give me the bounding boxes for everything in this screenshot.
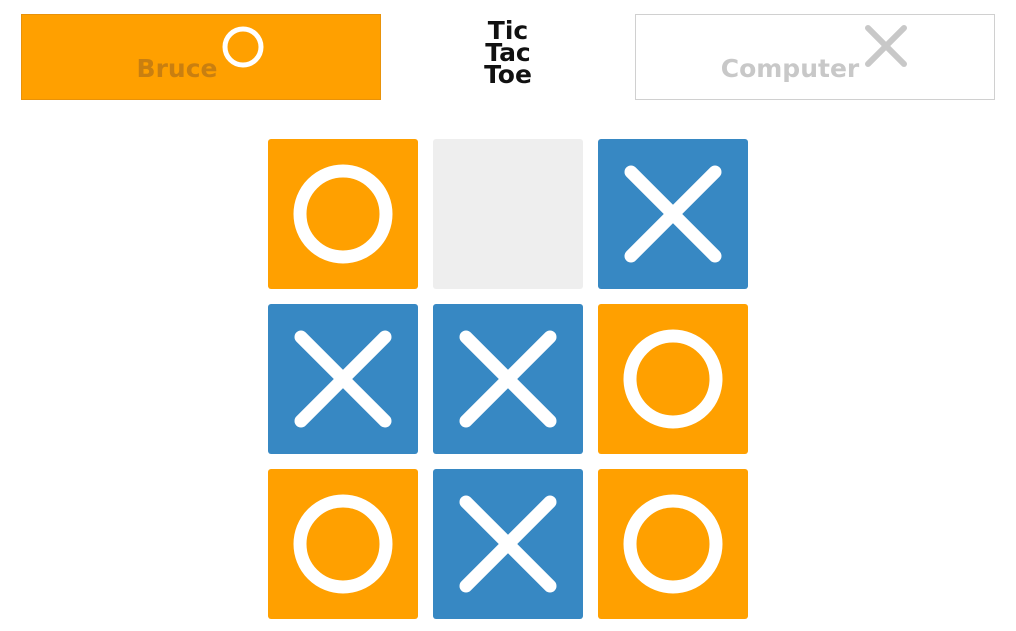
board-cell-2[interactable] — [433, 139, 583, 289]
board-cell-9[interactable] — [598, 469, 748, 619]
o-icon — [293, 494, 393, 594]
board-cell-4[interactable] — [268, 304, 418, 454]
board-cell-6[interactable] — [598, 304, 748, 454]
player-name: Bruce — [136, 54, 218, 83]
game-title: Tic Tac Toe — [470, 18, 546, 89]
o-icon — [623, 494, 723, 594]
o-icon — [293, 164, 393, 264]
board-cell-7[interactable] — [268, 469, 418, 619]
title-line: Toe — [484, 60, 532, 89]
x-icon — [623, 164, 723, 264]
board-cell-3[interactable] — [598, 139, 748, 289]
x-icon — [458, 494, 558, 594]
x-icon — [293, 329, 393, 429]
board-cell-5[interactable] — [433, 304, 583, 454]
game-board — [268, 139, 748, 619]
player-card-bruce: Bruce — [21, 14, 381, 100]
player-card-computer: Computer — [635, 14, 995, 100]
x-icon — [458, 329, 558, 429]
x-icon — [863, 23, 909, 73]
player-name: Computer — [720, 54, 860, 83]
board-cell-8[interactable] — [433, 469, 583, 619]
o-icon — [221, 25, 265, 73]
board-cell-1[interactable] — [268, 139, 418, 289]
o-icon — [623, 329, 723, 429]
